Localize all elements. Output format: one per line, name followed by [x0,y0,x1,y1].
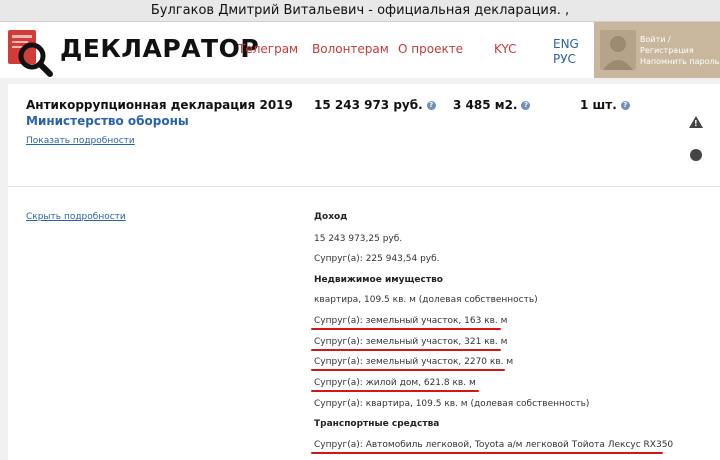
income-header: Доход [314,212,348,222]
lang-rus[interactable]: РУС [553,52,576,66]
realty-item: Супруг(а): земельный участок, 321 кв. м [314,337,508,347]
highlight-underline [311,369,505,371]
lang-eng[interactable]: ENG [553,37,579,51]
vehicles-header: Транспортные средства [314,419,440,429]
warning-mark: ! [694,119,698,128]
nav-volunteers[interactable]: Волонтерам [312,42,389,56]
spouse-income: Супруг(а): 225 943,54 руб. [314,254,440,264]
realty-item: Супруг(а): земельный участок, 2270 кв. м [314,357,514,367]
realty-item: Супруг(а): жилой дом, 621.8 кв. м [314,378,476,388]
highlight-underline [311,452,663,454]
realty-item: Супруг(а): квартира, 109.5 кв. м (долева… [314,399,590,409]
vehicle-item: Супруг(а): Автомобиль легковой, Toyota а… [314,440,674,450]
highlight-underline [311,349,501,351]
nav-telegram[interactable]: Телеграм [238,42,298,56]
income-total: 15 243 973 руб.? [314,98,436,112]
vehicles-total: 1 шт.? [580,98,630,112]
divider [8,186,720,187]
logo-text[interactable]: ДЕКЛАРАТОР [60,34,259,63]
login-panel: Войти / Регистрация Напомнить пароль [594,22,720,78]
nav-about[interactable]: О проекте [398,42,463,56]
window-title: Булгаков Дмитрий Витальевич - официальна… [0,0,720,22]
help-icon[interactable]: ? [620,101,630,110]
highlight-underline [311,328,501,330]
user-avatar-icon [600,30,636,70]
area-total: 3 485 м2.? [453,98,531,112]
realty-item: квартира, 109.5 кв. м (долевая собственн… [314,295,538,305]
help-icon[interactable]: ? [426,101,436,110]
income-value: 15 243 973,25 руб. [314,234,403,244]
realty-header: Недвижимое имущество [314,275,443,285]
show-details-link[interactable]: Показать подробности [26,136,135,146]
logo-document-magnifier-icon[interactable] [4,26,56,78]
remind-password-link[interactable]: Напомнить пароль [640,56,720,67]
ministry-name[interactable]: Министерство обороны [26,114,189,128]
nav-kyc[interactable]: KYC [494,42,517,56]
realty-item: Супруг(а): земельный участок, 163 кв. м [314,316,508,326]
hide-details-link[interactable]: Скрыть подробности [26,212,126,222]
highlight-underline [311,390,479,392]
circle-icon[interactable] [690,149,702,161]
login-link[interactable]: Войти / Регистрация [640,34,720,56]
help-icon[interactable]: ? [521,101,531,110]
declaration-title[interactable]: Антикоррупционная декларация 2019 [26,98,293,112]
